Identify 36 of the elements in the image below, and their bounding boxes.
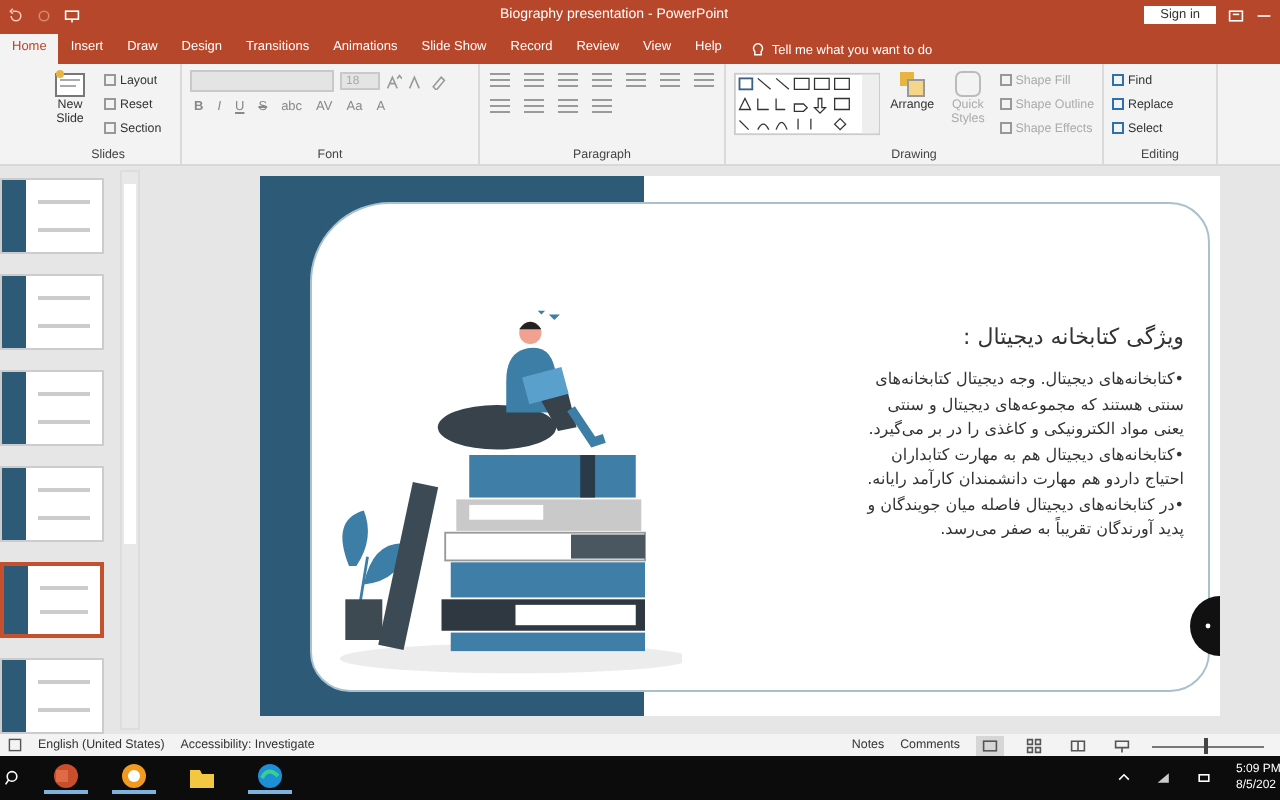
powerpoint-app-icon[interactable]: [44, 762, 88, 794]
slide-view-icon[interactable]: [8, 738, 22, 752]
align-icon[interactable]: [658, 70, 682, 90]
slide-thumbnail[interactable]: [0, 466, 104, 542]
align-icon[interactable]: [692, 70, 716, 90]
shapes-gallery-drawing[interactable]: [734, 70, 881, 138]
slide-thumbnail[interactable]: [0, 178, 104, 254]
new-slide-icon: [54, 70, 86, 98]
ribbon-options-icon[interactable]: [1228, 7, 1244, 23]
clear-format-icon[interactable]: [430, 73, 446, 89]
font-name-field[interactable]: [190, 70, 334, 92]
lightbulb-icon: [749, 42, 766, 58]
align-icon[interactable]: [522, 96, 546, 116]
bullets-icon[interactable]: [488, 70, 512, 90]
slide-paragraph: •کتابخانه‌های دیجیتال. وجه دیجیتال کتابخانه‌های سنتی هستند که مجموعه‌های دیجیتال و سنتی یعنی مواد الکترونیکی و کاغذی را در بر می‌گیرد. •کتابخانه‌های دیجیتال هم به مهارت کتابداران احتیاج داردو هم مهارت دانشمندان کارآمد رایانه. •در کتابخانه‌های دیجیتال فاصله میان جویندگان و پدید آورندگان تقریباً به صفر می‌رسد.: [864, 368, 1184, 542]
align-icon[interactable]: [488, 96, 512, 116]
scrollbar[interactable]: [120, 170, 140, 730]
slide-thumbnail[interactable]: [0, 562, 104, 638]
slide-thumbnail[interactable]: [0, 658, 104, 734]
slide-title: ویژگی کتابخانه دیجیتال :: [961, 324, 1184, 350]
browser-icon[interactable]: [248, 762, 292, 794]
ring-app-icon[interactable]: [112, 762, 156, 794]
battery-icon[interactable]: [1196, 770, 1212, 786]
grow-font-icon[interactable]: [386, 73, 402, 89]
search-icon[interactable]: [4, 770, 20, 786]
slideshow-icon[interactable]: [64, 7, 80, 23]
shrink-font-icon[interactable]: [408, 73, 424, 89]
slide-thumbnail[interactable]: [0, 370, 104, 446]
wifi-icon[interactable]: [1156, 770, 1172, 786]
normal-view-icon[interactable]: [976, 735, 1004, 755]
undo-icon[interactable]: [8, 7, 24, 23]
slide-thumbnail[interactable]: [0, 274, 104, 350]
zoom-slider[interactable]: [1152, 737, 1264, 753]
chevron-up-icon[interactable]: [1116, 770, 1132, 786]
arrange-icon: [896, 70, 929, 98]
rounded-square-icon: [951, 70, 984, 98]
